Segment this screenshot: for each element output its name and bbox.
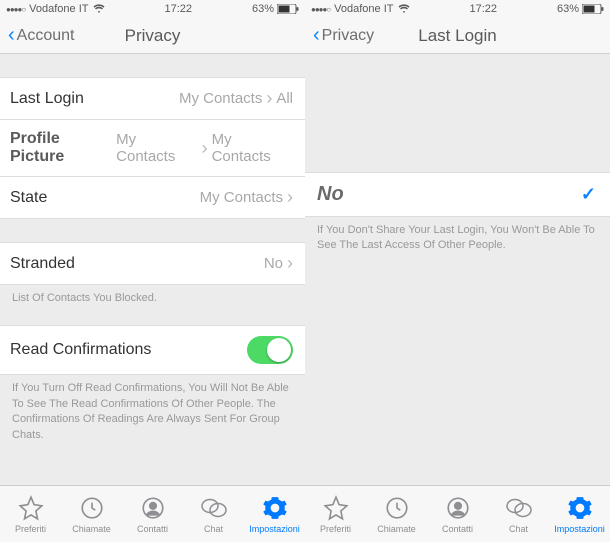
row-stranded[interactable]: Stranded No › bbox=[0, 242, 305, 285]
battery-percent: 63% bbox=[252, 3, 274, 15]
row-label: Last Login bbox=[10, 90, 84, 108]
tab-bar-left: Preferiti Chiamate Contatti Chat Imposta… bbox=[0, 486, 305, 542]
person-icon bbox=[445, 494, 471, 522]
person-icon bbox=[140, 494, 166, 522]
help-last-login: If You Don't Share Your Last Login, You … bbox=[305, 217, 610, 262]
nav-bar: ‹ Privacy Last Login bbox=[305, 18, 610, 54]
tab-bar-right: Preferiti Chiamate Contatti Chat Imposta… bbox=[305, 486, 610, 542]
status-bar: ●●●●○ Vodafone IT 17:22 63% bbox=[0, 0, 305, 18]
wifi-icon bbox=[398, 4, 410, 14]
gear-icon bbox=[567, 494, 593, 522]
nav-back-label: Privacy bbox=[322, 27, 374, 45]
phone-left: ●●●●○ Vodafone IT 17:22 63% ‹ Account Pr… bbox=[0, 0, 305, 485]
tab-label: Chat bbox=[509, 524, 528, 534]
row-extra: My Contacts bbox=[212, 131, 293, 165]
tab-chiamate[interactable]: Chiamate bbox=[366, 486, 427, 542]
tab-chat[interactable]: Chat bbox=[488, 486, 549, 542]
clock-icon bbox=[384, 494, 410, 522]
tab-label: Preferiti bbox=[15, 524, 46, 534]
help-read-confirmations: If You Turn Off Read Confirmations, You … bbox=[0, 375, 305, 451]
row-last-login[interactable]: Last Login My Contacts › All bbox=[0, 77, 305, 120]
nav-back-button[interactable]: ‹ Privacy bbox=[313, 24, 374, 47]
tab-contatti[interactable]: Contatti bbox=[427, 486, 488, 542]
row-label: State bbox=[10, 189, 47, 207]
chat-icon bbox=[200, 494, 228, 522]
chevron-left-icon: ‹ bbox=[8, 24, 15, 47]
phone-right: ●●●●○ Vodafone IT 17:22 63% ‹ Privacy La… bbox=[305, 0, 610, 485]
row-profile-picture[interactable]: Profile Picture My Contacts › My Contact… bbox=[0, 119, 305, 177]
time-label: 17:22 bbox=[164, 3, 192, 15]
gear-icon bbox=[262, 494, 288, 522]
chevron-right-icon: › bbox=[202, 138, 208, 159]
star-icon bbox=[323, 494, 349, 522]
tab-label: Chiamate bbox=[377, 524, 416, 534]
battery-percent: 63% bbox=[557, 3, 579, 15]
chat-icon bbox=[505, 494, 533, 522]
carrier-label: Vodafone IT bbox=[334, 3, 393, 15]
tab-chiamate[interactable]: Chiamate bbox=[61, 486, 122, 542]
tab-contatti[interactable]: Contatti bbox=[122, 486, 183, 542]
tab-label: Chat bbox=[204, 524, 223, 534]
read-confirmations-toggle[interactable] bbox=[247, 336, 293, 364]
signal-dots-icon: ●●●●○ bbox=[6, 5, 25, 14]
nav-bar: ‹ Account Privacy bbox=[0, 18, 305, 54]
tab-label: Contatti bbox=[442, 524, 473, 534]
row-value: No bbox=[264, 255, 283, 272]
row-extra: All bbox=[276, 90, 293, 107]
chevron-right-icon: › bbox=[266, 88, 272, 109]
nav-title: Last Login bbox=[418, 26, 496, 46]
battery-icon bbox=[277, 4, 299, 14]
row-label: Stranded bbox=[10, 255, 75, 273]
tab-label: Preferiti bbox=[320, 524, 351, 534]
nav-back-button[interactable]: ‹ Account bbox=[8, 24, 74, 47]
chevron-right-icon: › bbox=[287, 253, 293, 274]
nav-back-label: Account bbox=[17, 27, 75, 45]
tab-preferiti[interactable]: Preferiti bbox=[305, 486, 366, 542]
nav-title: Privacy bbox=[125, 26, 181, 46]
option-label: No bbox=[317, 183, 344, 206]
wifi-icon bbox=[93, 4, 105, 14]
tab-impostazioni[interactable]: Impostazioni bbox=[244, 486, 305, 542]
time-label: 17:22 bbox=[469, 3, 497, 15]
row-read-confirmations[interactable]: Read Confirmations bbox=[0, 325, 305, 375]
row-value: My Contacts bbox=[116, 131, 197, 165]
checkmark-icon: ✓ bbox=[581, 184, 596, 205]
option-no[interactable]: No ✓ bbox=[305, 172, 610, 217]
status-bar: ●●●●○ Vodafone IT 17:22 63% bbox=[305, 0, 610, 18]
row-value: My Contacts bbox=[200, 189, 283, 206]
clock-icon bbox=[79, 494, 105, 522]
help-blocked: List Of Contacts You Blocked. bbox=[0, 285, 305, 314]
tab-preferiti[interactable]: Preferiti bbox=[0, 486, 61, 542]
row-state[interactable]: State My Contacts › bbox=[0, 176, 305, 219]
carrier-label: Vodafone IT bbox=[29, 3, 88, 15]
chevron-left-icon: ‹ bbox=[313, 24, 320, 47]
star-icon bbox=[18, 494, 44, 522]
chevron-right-icon: › bbox=[287, 187, 293, 208]
row-label: Read Confirmations bbox=[10, 341, 151, 359]
signal-dots-icon: ●●●●○ bbox=[311, 5, 330, 14]
tab-label: Impostazioni bbox=[249, 524, 300, 534]
battery-icon bbox=[582, 4, 604, 14]
tab-chat[interactable]: Chat bbox=[183, 486, 244, 542]
tab-label: Chiamate bbox=[72, 524, 111, 534]
tab-label: Impostazioni bbox=[554, 524, 605, 534]
row-label: Profile Picture bbox=[10, 130, 116, 166]
tab-impostazioni[interactable]: Impostazioni bbox=[549, 486, 610, 542]
row-value: My Contacts bbox=[179, 90, 262, 107]
tab-label: Contatti bbox=[137, 524, 168, 534]
